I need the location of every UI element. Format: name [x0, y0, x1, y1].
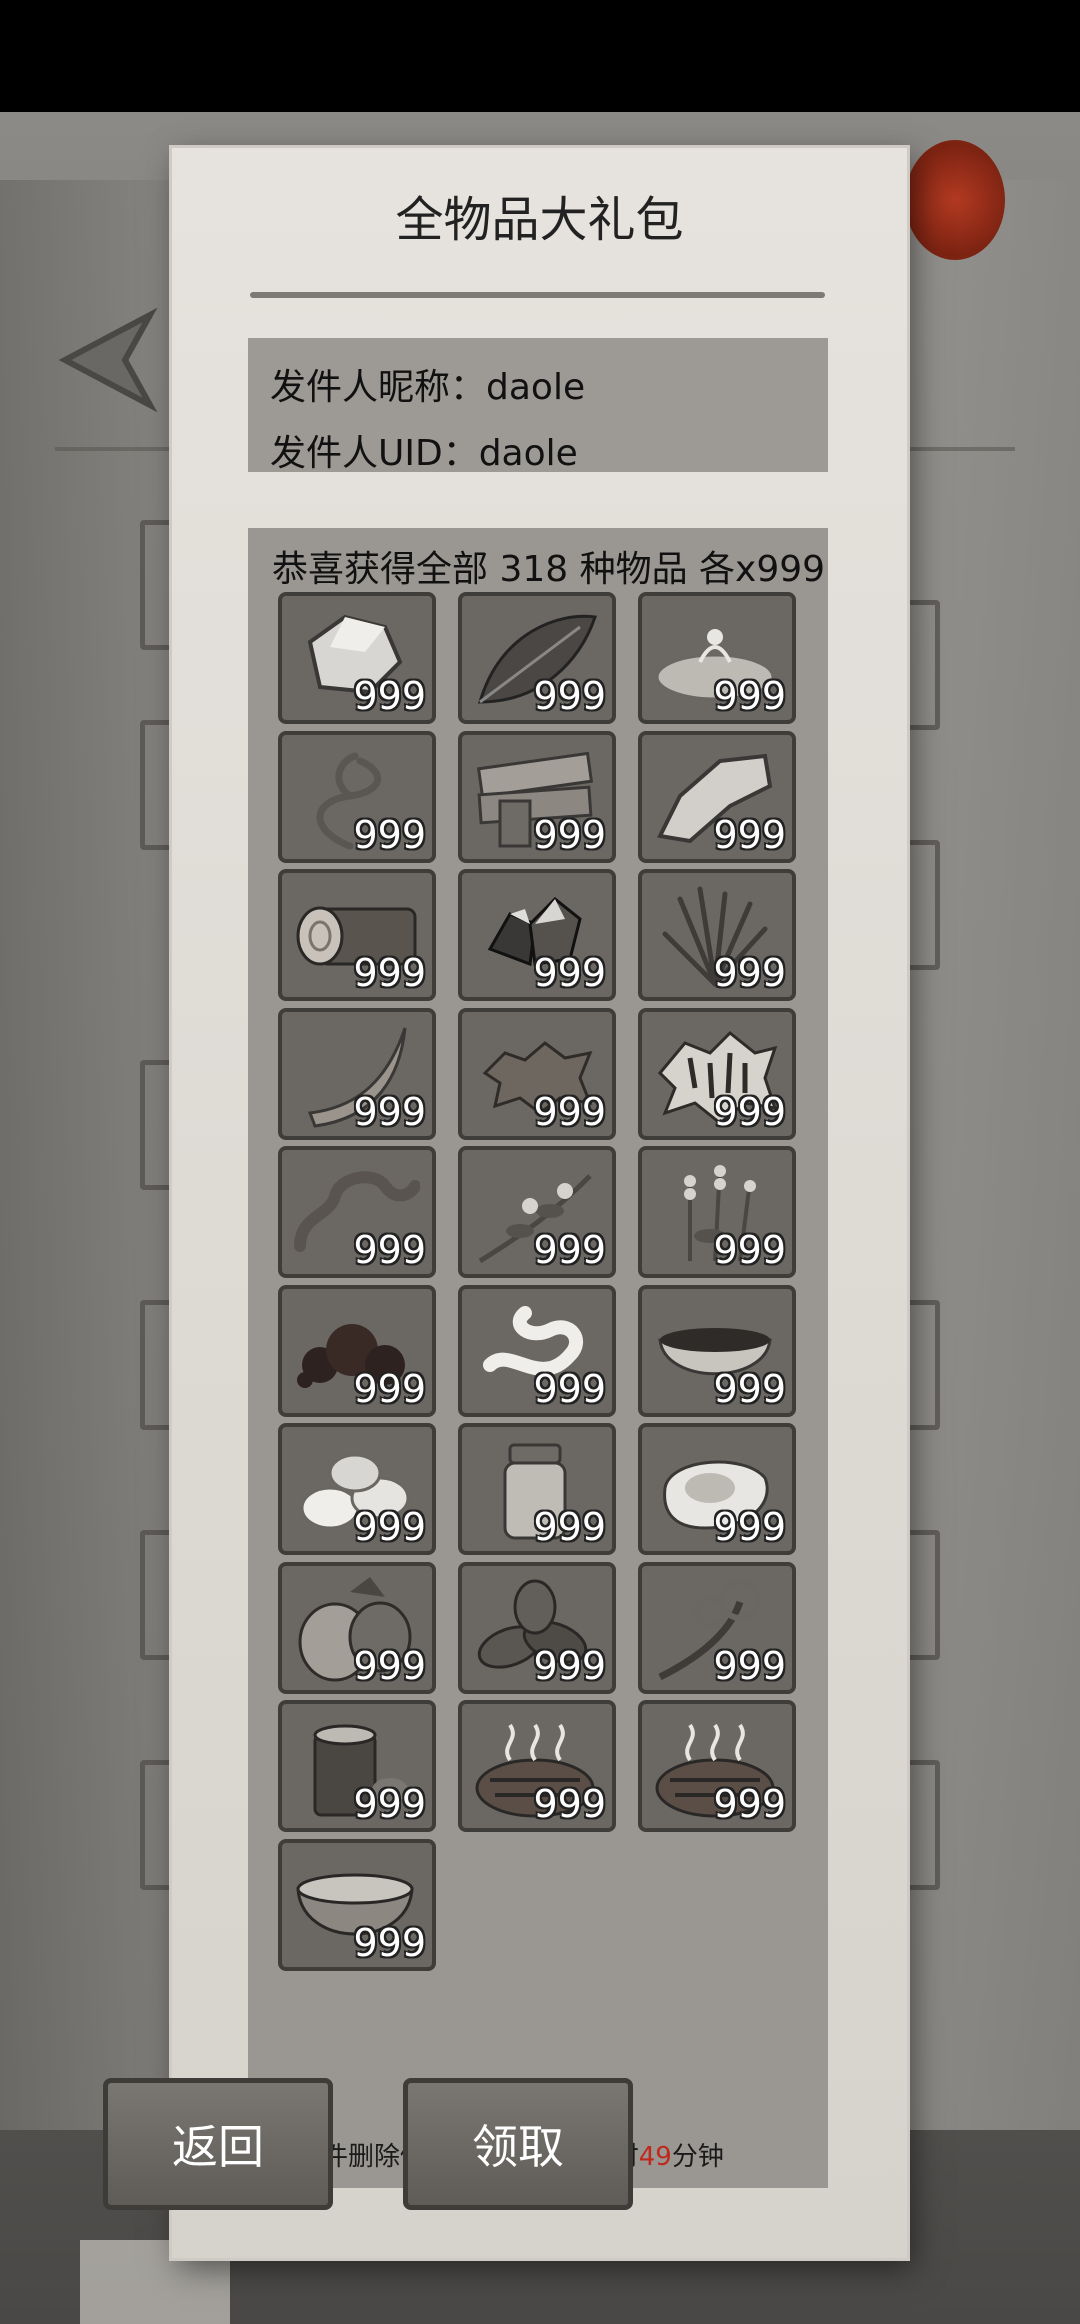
item-quantity: 999 — [533, 951, 606, 995]
item-quantity: 999 — [533, 813, 606, 857]
item-slot[interactable]: 999 — [638, 1423, 796, 1555]
countdown-minutes: 49 — [638, 2142, 672, 2172]
item-slot[interactable]: 999 — [458, 592, 616, 724]
item-quantity: 999 — [533, 1228, 606, 1272]
item-slot[interactable]: 999 — [278, 1423, 436, 1555]
status-bar — [0, 0, 1080, 112]
item-slot[interactable]: 999 — [458, 1423, 616, 1555]
dialog-title: 全物品大礼包 — [395, 192, 684, 248]
item-quantity: 999 — [353, 1228, 426, 1272]
item-quantity: 999 — [713, 813, 786, 857]
item-slot[interactable]: 999 — [458, 869, 616, 1001]
item-slot[interactable]: 999 — [638, 1146, 796, 1278]
item-slot[interactable]: 999 — [458, 1562, 616, 1694]
item-quantity: 999 — [533, 1367, 606, 1411]
item-slot[interactable]: 999 — [278, 1146, 436, 1278]
sender-nickname: 发件人昵称：daole — [270, 367, 586, 408]
item-quantity: 999 — [353, 1505, 426, 1549]
item-slot[interactable]: 999 — [458, 731, 616, 863]
item-slot[interactable]: 999 — [458, 1285, 616, 1417]
item-slot[interactable]: 999 — [638, 1285, 796, 1417]
title-divider — [250, 292, 825, 298]
item-slot[interactable]: 999 — [458, 1008, 616, 1140]
item-quantity: 999 — [713, 674, 786, 718]
item-quantity: 999 — [713, 1090, 786, 1134]
wax-seal-icon — [905, 140, 1005, 260]
back-button[interactable]: 返回 — [103, 2078, 333, 2210]
item-slot[interactable]: 999 — [638, 592, 796, 724]
claim-button[interactable]: 领取 — [403, 2078, 633, 2210]
item-quantity: 999 — [533, 1505, 606, 1549]
item-slot[interactable]: 999 — [278, 1839, 436, 1971]
item-slot[interactable]: 999 — [638, 1700, 796, 1832]
item-quantity: 999 — [353, 1921, 426, 1965]
item-quantity: 999 — [353, 1644, 426, 1688]
congrats-text: 恭喜获得全部 318 种物品 各x999 — [272, 549, 826, 590]
item-quantity: 999 — [713, 1228, 786, 1272]
item-slot[interactable]: 999 — [458, 1146, 616, 1278]
item-quantity: 999 — [353, 813, 426, 857]
item-quantity: 999 — [353, 1090, 426, 1134]
item-slot[interactable]: 999 — [638, 1008, 796, 1140]
item-slot[interactable]: 999 — [278, 869, 436, 1001]
item-quantity: 999 — [713, 1644, 786, 1688]
item-slot[interactable]: 999 — [278, 1562, 436, 1694]
item-quantity: 999 — [353, 951, 426, 995]
item-slot[interactable]: 999 — [638, 731, 796, 863]
item-quantity: 999 — [533, 1782, 606, 1826]
item-slot[interactable]: 999 — [278, 1285, 436, 1417]
countdown-minutes-unit: 分钟 — [671, 2142, 724, 2172]
item-quantity: 999 — [533, 1644, 606, 1688]
item-slot[interactable]: 999 — [278, 731, 436, 863]
item-quantity: 999 — [713, 1367, 786, 1411]
item-quantity: 999 — [353, 1367, 426, 1411]
item-quantity: 999 — [713, 1782, 786, 1826]
sender-info: 发件人昵称：daole 发件人UID：daole — [248, 338, 828, 474]
item-slot[interactable]: 999 — [638, 869, 796, 1001]
sender-uid: 发件人UID：daole — [270, 433, 578, 474]
item-slot[interactable]: 999 — [638, 1562, 796, 1694]
item-quantity: 999 — [353, 1782, 426, 1826]
back-arrow-icon — [58, 307, 158, 413]
item-slot[interactable]: 999 — [278, 1700, 436, 1832]
item-quantity: 999 — [713, 1505, 786, 1549]
item-quantity: 999 — [533, 674, 606, 718]
item-slot[interactable]: 999 — [458, 1700, 616, 1832]
item-quantity: 999 — [713, 951, 786, 995]
item-quantity: 999 — [533, 1090, 606, 1134]
item-slot[interactable]: 999 — [278, 1008, 436, 1140]
item-quantity: 999 — [353, 674, 426, 718]
item-slot[interactable]: 999 — [278, 592, 436, 724]
